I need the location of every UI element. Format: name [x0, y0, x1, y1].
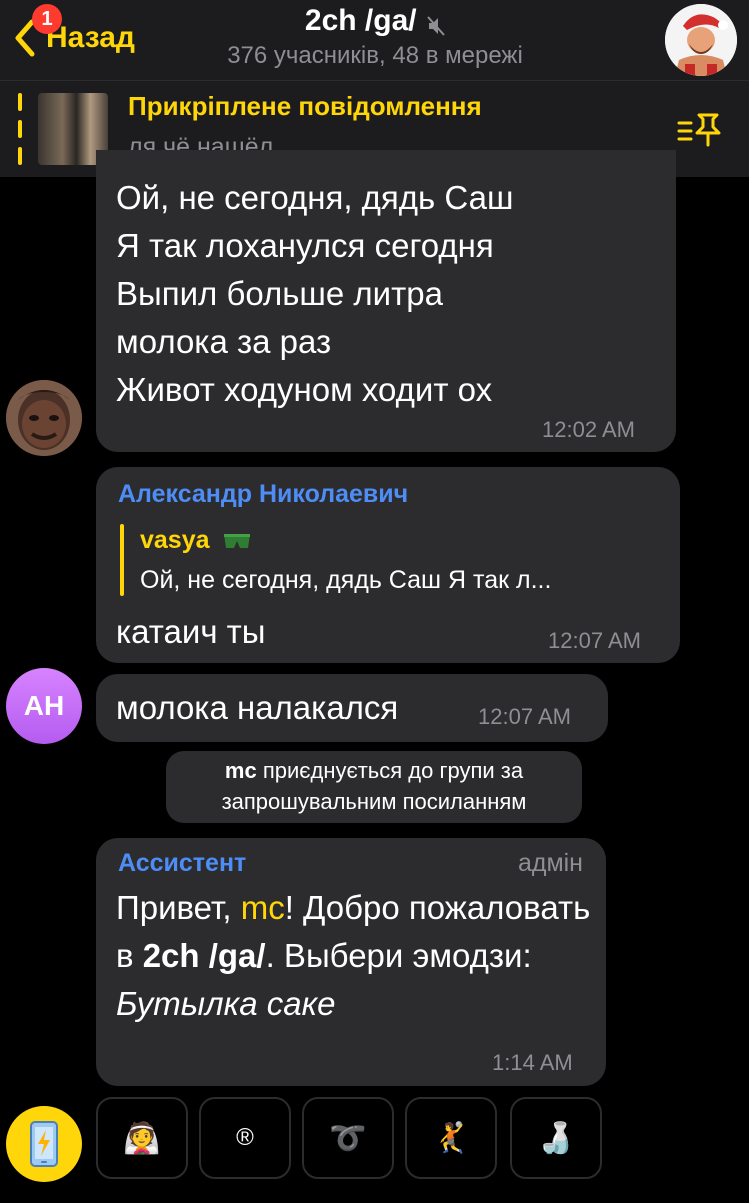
sender-name[interactable]: Александр Николаевич: [118, 480, 408, 509]
keyboard-button-registered[interactable]: ®: [199, 1097, 291, 1179]
group-avatar-image: [665, 4, 737, 76]
back-button[interactable]: Назад 1: [12, 4, 135, 62]
emoji-name: Бутылка саке: [116, 985, 336, 1022]
joined-user[interactable]: mc: [225, 758, 257, 783]
service-text-line2: запрошувальним посиланням: [221, 789, 527, 814]
reply-text[interactable]: Ой, не сегодня, дядь Саш Я так л...: [140, 566, 551, 595]
chat-subtitle: 376 учасників, 48 в мережі: [227, 42, 523, 69]
group-name: 2ch /ga/: [142, 937, 266, 974]
keyboard-button-bride[interactable]: 👰: [96, 1097, 188, 1179]
phone-charging-icon: [30, 1121, 58, 1167]
muted-icon: [427, 16, 445, 36]
unread-badge: 1: [32, 4, 62, 34]
service-text-line1: приєднується до групи за: [256, 758, 524, 783]
message-time: 12:07 AM: [478, 704, 571, 729]
message-time: 1:14 AM: [492, 1050, 573, 1075]
pinned-indicator: [18, 93, 22, 165]
chat-title: 2ch /ga/: [304, 4, 417, 37]
message-time: 12:07 AM: [548, 628, 641, 653]
chat-screen: Назад 1 2ch /ga/ 376 учасників, 48 в мер…: [0, 0, 749, 1203]
message-text: Ой, не сегодня, дядь Саш Я так лоханулся…: [116, 179, 514, 408]
user-avatar-image: [6, 380, 82, 456]
pinned-title: Прикріплене повідомлення: [128, 91, 482, 121]
chat-header: Назад 1 2ch /ga/ 376 учасників, 48 в мер…: [0, 0, 749, 80]
reply-indicator: [120, 524, 124, 596]
user-avatar-initials[interactable]: AH: [6, 668, 82, 744]
user-mention[interactable]: mc: [241, 889, 285, 926]
user-avatar[interactable]: [6, 380, 82, 456]
message-text: молока налакался: [116, 689, 399, 726]
reply-sender[interactable]: vasya: [140, 526, 252, 555]
message-time: 12:02 AM: [542, 417, 635, 442]
admin-badge: адмін: [517, 849, 583, 877]
keyboard-button-sake[interactable]: 🍶: [510, 1097, 602, 1179]
bot-keyboard-toggle[interactable]: [6, 1106, 82, 1182]
welcome-part: Привет,: [116, 889, 241, 926]
keyboard-button-curly-loop[interactable]: ➰: [302, 1097, 394, 1179]
group-avatar[interactable]: [665, 4, 737, 76]
shorts-emoji-icon: [224, 534, 251, 549]
welcome-text: Привет, mc! Добро пожаловать в 2ch /ga/.…: [116, 884, 596, 1028]
service-message: mc приєднується до групи за запрошувальн…: [166, 751, 582, 823]
message-text: катаич ты: [116, 613, 266, 650]
pinned-list-icon[interactable]: [677, 109, 723, 149]
keyboard-button-handball[interactable]: 🤾: [405, 1097, 497, 1179]
chat-title-area[interactable]: 2ch /ga/ 376 учасників, 48 в мережі: [160, 4, 590, 70]
reply-sender-name: vasya: [140, 526, 210, 554]
welcome-part: . Выбери эмодзи:: [265, 937, 532, 974]
sender-name[interactable]: Ассистент: [118, 849, 246, 878]
